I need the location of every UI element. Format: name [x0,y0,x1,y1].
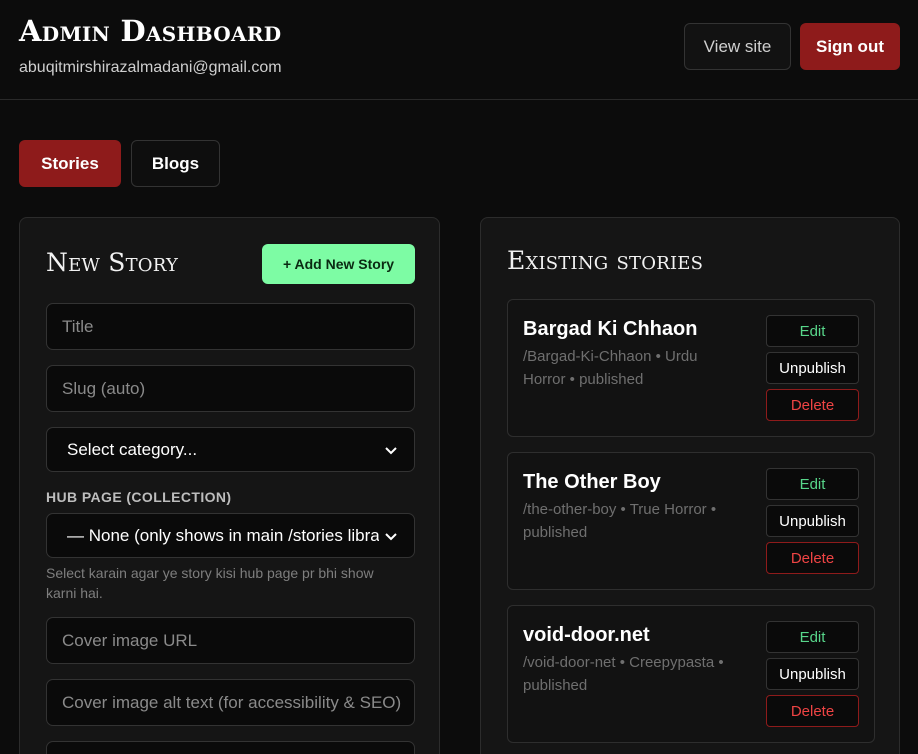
unpublish-button[interactable]: Unpublish [766,505,859,537]
hub-page-select-value: — None (only shows in main /stories libr… [67,525,379,545]
hub-page-help-text: Select karain agar ye story kisi hub pag… [46,565,374,601]
new-story-panel: New Story + Add New Story Title Slug (au… [19,217,440,754]
delete-button[interactable]: Delete [766,695,859,727]
edit-button[interactable]: Edit [766,315,859,347]
story-card: void-door.net /void-door-net • Creepypas… [507,605,875,743]
cover-image-alt-input[interactable]: Cover image alt text (for accessibility … [46,679,415,726]
category-select-value: Select category... [67,439,198,459]
add-new-story-button[interactable]: + Add New Story [262,244,415,284]
existing-stories-heading: Existing stories [507,246,704,275]
story-title: The Other Boy [523,471,661,493]
slug-input[interactable]: Slug (auto) [46,365,415,412]
app-title: Admin Dashboard [19,14,282,48]
story-card: Bargad Ki Chhaon /Bargad-Ki-Chhaon • Urd… [507,299,875,437]
story-meta: /void-door-net • Creepypasta • published [523,654,724,694]
unpublish-button[interactable]: Unpublish [766,352,859,384]
edit-button[interactable]: Edit [766,468,859,500]
title-input[interactable]: Title [46,303,415,350]
new-story-heading: New Story [46,248,179,277]
hub-page-select[interactable]: — None (only shows in main /stories libr… [46,513,415,558]
chevron-down-icon [385,532,397,540]
cover-image-url-input[interactable]: Cover image URL [46,617,415,664]
delete-button[interactable]: Delete [766,389,859,421]
chevron-down-icon [385,446,397,454]
edit-button[interactable]: Edit [766,621,859,653]
tab-blogs[interactable]: Blogs [131,140,220,187]
story-card: The Other Boy /the-other-boy • True Horr… [507,452,875,590]
sign-out-button[interactable]: Sign out [800,23,900,70]
user-email: abuqitmirshirazalmadani@gmail.com [19,59,282,76]
tab-stories[interactable]: Stories [19,140,121,187]
story-meta: /the-other-boy • True Horror • published [523,501,717,541]
view-site-button[interactable]: View site [684,23,791,70]
unpublish-button[interactable]: Unpublish [766,658,859,690]
category-select[interactable]: Select category... [46,427,415,472]
hub-page-label: HUB PAGE (COLLECTION) [46,489,232,505]
header: Admin Dashboard abuqitmirshirazalmadani@… [0,0,918,100]
story-title: void-door.net [523,624,650,646]
story-meta: /Bargad-Ki-Chhaon • Urdu Horror • publis… [523,348,698,388]
existing-stories-panel: Existing stories Bargad Ki Chhaon /Barga… [480,217,900,754]
story-title: Bargad Ki Chhaon [523,318,698,340]
next-input[interactable] [46,741,415,754]
delete-button[interactable]: Delete [766,542,859,574]
